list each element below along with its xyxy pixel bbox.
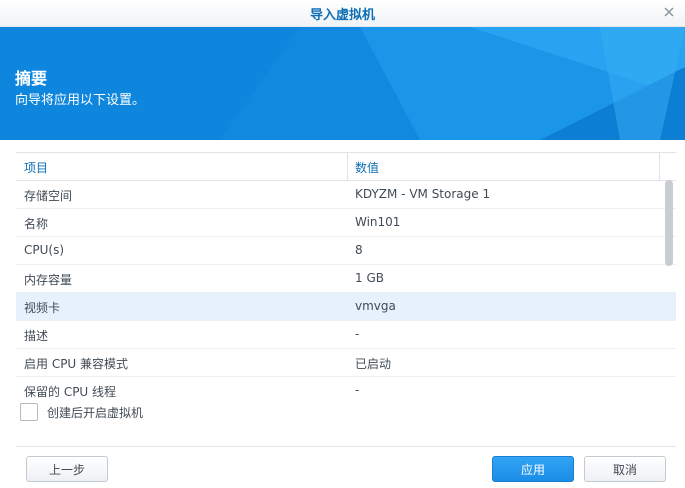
grid-scrollbar[interactable] — [665, 180, 673, 266]
table-row[interactable]: 存储空间 KDYZM - VM Storage 1 — [16, 181, 676, 209]
power-on-label[interactable]: 创建后开启虚拟机 — [47, 404, 143, 421]
row-value: - — [355, 383, 360, 397]
row-item: CPU(s) — [24, 243, 65, 257]
row-item: 存储空间 — [24, 189, 73, 203]
row-value: Win101 — [355, 215, 401, 229]
summary-banner: 摘要 向导将应用以下设置。 — [0, 27, 685, 140]
row-value: - — [355, 327, 360, 341]
banner-heading: 摘要 — [15, 69, 48, 88]
row-item: 描述 — [24, 329, 49, 343]
column-header-value[interactable]: 数值 — [355, 159, 379, 176]
previous-button[interactable]: 上一步 — [26, 456, 108, 482]
row-value: vmvga — [355, 299, 396, 313]
footer-divider — [16, 446, 676, 447]
column-header-item[interactable]: 项目 — [24, 159, 48, 176]
table-row[interactable]: 保留的 CPU 线程 - — [16, 377, 676, 399]
table-row[interactable]: 内存容量 1 GB — [16, 265, 676, 293]
row-value: 已启动 — [355, 357, 392, 371]
summary-grid: 项目 数值 存储空间 KDYZM - VM Storage 1 名称 Win10… — [16, 152, 676, 399]
row-item: 内存容量 — [24, 273, 73, 287]
row-value: KDYZM - VM Storage 1 — [355, 187, 491, 201]
row-item: 保留的 CPU 线程 — [24, 385, 117, 399]
column-divider — [347, 153, 348, 180]
banner-subheading: 向导将应用以下设置。 — [15, 93, 146, 108]
banner-background — [0, 27, 685, 140]
row-value: 8 — [355, 243, 363, 257]
table-row[interactable]: 描述 - — [16, 321, 676, 349]
table-row[interactable]: 名称 Win101 — [16, 209, 676, 237]
grid-header: 项目 数值 — [16, 153, 676, 181]
column-divider — [659, 153, 660, 180]
power-on-checkbox[interactable] — [20, 403, 38, 421]
close-icon — [664, 7, 674, 17]
apply-button[interactable]: 应用 — [492, 456, 574, 482]
row-value: 1 GB — [355, 271, 384, 285]
table-row[interactable]: 启用 CPU 兼容模式 已启动 — [16, 349, 676, 377]
close-button[interactable] — [659, 2, 679, 22]
row-item: 名称 — [24, 217, 49, 231]
row-item: 启用 CPU 兼容模式 — [24, 357, 129, 371]
title-bar: 导入虚拟机 — [0, 0, 685, 27]
window-title: 导入虚拟机 — [309, 8, 375, 23]
cancel-button[interactable]: 取消 — [584, 456, 666, 482]
row-item: 视频卡 — [24, 301, 61, 315]
table-row-selected[interactable]: 视频卡 vmvga — [16, 293, 676, 321]
grid-rows: 存储空间 KDYZM - VM Storage 1 名称 Win101 CPU(… — [16, 181, 676, 399]
table-row[interactable]: CPU(s) 8 — [16, 237, 676, 265]
